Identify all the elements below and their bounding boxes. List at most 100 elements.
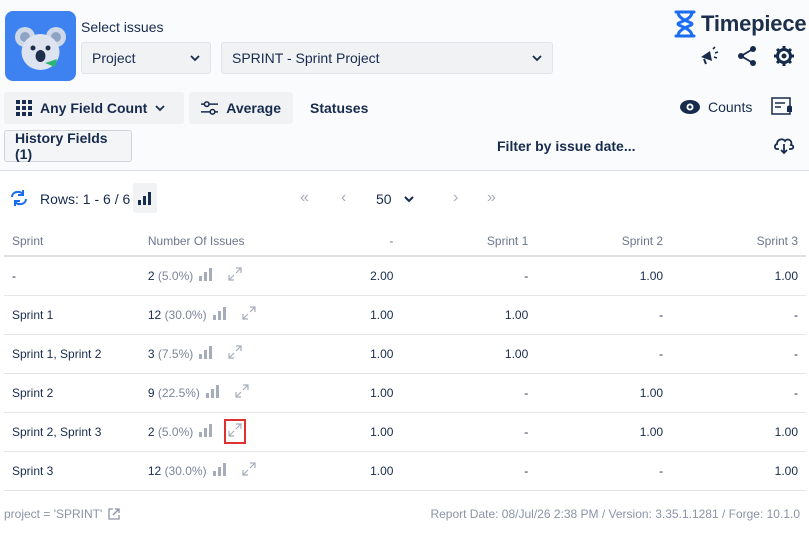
prev-page-button[interactable]: ‹ <box>341 189 346 207</box>
rows-count: Rows: 1 - 6 / 6 <box>40 191 131 207</box>
project-dropdown-label: Project <box>92 50 136 66</box>
bar-chart-icon[interactable] <box>199 267 213 284</box>
column-header-number-of-issues[interactable]: Number Of Issues <box>139 226 270 257</box>
chevron-down-icon <box>532 55 542 62</box>
average-label: Average <box>226 100 281 116</box>
page-size-value: 50 <box>376 191 392 207</box>
issue-percent: (5.0%) <box>157 424 194 439</box>
cell-none[interactable]: 1.00 <box>269 451 402 491</box>
first-page-button[interactable]: « <box>300 189 309 207</box>
select-issues-label: Select issues <box>81 19 164 35</box>
cell-sprint-2[interactable]: 1.00 <box>536 256 672 296</box>
cell-sprint-3[interactable]: 1.00 <box>671 451 806 491</box>
brand-name: Timepiece <box>701 11 807 36</box>
jql-text: project = 'SPRINT' <box>4 507 103 521</box>
cell-sprint-2[interactable]: - <box>536 334 672 374</box>
cell-sprint-1[interactable]: - <box>401 256 537 296</box>
issue-percent: (22.5%) <box>157 385 200 400</box>
cell-number-of-issues: 2 (5.0%) <box>139 256 270 296</box>
expand-icon[interactable] <box>234 383 250 402</box>
cell-sprint-1[interactable]: - <box>401 451 537 491</box>
expand-icon[interactable] <box>227 344 243 363</box>
cell-sprint-3[interactable]: - <box>671 295 806 335</box>
cell-sprint-1[interactable]: 1.00 <box>401 334 537 374</box>
bar-chart-icon <box>138 192 151 205</box>
issue-percent: (30.0%) <box>164 463 207 478</box>
issue-count: 2 <box>147 268 155 283</box>
cell-none[interactable]: 1.00 <box>269 295 402 335</box>
project-dropdown[interactable]: Project <box>81 42 211 74</box>
cloud-download-icon <box>774 138 795 155</box>
column-header-sprint[interactable]: Sprint <box>4 226 140 257</box>
column-header-sprint-1[interactable]: Sprint 1 <box>401 226 537 257</box>
cell-number-of-issues: 12 (30.0%) <box>139 295 270 335</box>
cell-sprint-1[interactable]: - <box>401 412 537 452</box>
filter-by-date-button[interactable]: Filter by issue date... <box>497 138 636 154</box>
statuses-button[interactable]: Statuses <box>310 100 368 116</box>
expand-icon[interactable] <box>241 305 257 324</box>
chart-toggle-button[interactable] <box>133 183 157 213</box>
cell-sprint-3[interactable]: - <box>671 334 806 374</box>
average-button[interactable]: Average <box>189 92 293 124</box>
expand-icon[interactable] <box>241 461 257 480</box>
column-header-sprint-3[interactable]: Sprint 3 <box>671 226 806 257</box>
page-size-select[interactable]: 50 <box>376 191 414 207</box>
jql-link[interactable]: project = 'SPRINT' <box>4 507 120 521</box>
sprint-project-dropdown[interactable]: SPRINT - Sprint Project <box>221 42 553 74</box>
cell-sprint-1[interactable]: 1.00 <box>401 295 537 335</box>
cell-sprint-2[interactable]: 1.00 <box>536 412 672 452</box>
table-row: -2 (5.0%) 2.00-1.00 1.00 <box>4 256 806 296</box>
issue-count-link[interactable]: 9 (22.5%) <box>148 386 200 400</box>
bar-chart-icon[interactable] <box>212 462 227 479</box>
external-link-icon <box>108 508 120 520</box>
counts-toggle[interactable]: Counts <box>680 99 752 115</box>
issue-count: 2 <box>147 424 155 439</box>
refresh-button[interactable] <box>9 189 29 210</box>
issue-count: 12 <box>147 463 162 478</box>
bar-chart-icon[interactable] <box>212 306 227 323</box>
megaphone-icon <box>701 46 719 65</box>
any-field-count-dropdown[interactable]: Any Field Count <box>4 92 184 124</box>
cell-sprint-3[interactable]: 1.00 <box>671 256 806 296</box>
cell-sprint-2[interactable]: - <box>536 451 672 491</box>
issue-percent: (5.0%) <box>157 268 194 283</box>
issue-count-link[interactable]: 12 (30.0%) <box>148 464 207 478</box>
cell-sprint-3[interactable]: - <box>671 373 806 413</box>
issue-count-link[interactable]: 12 (30.0%) <box>148 308 207 322</box>
koala-icon <box>15 27 66 70</box>
issue-count-link[interactable]: 3 (7.5%) <box>148 347 193 361</box>
cell-sprint-3[interactable]: 1.00 <box>671 412 806 452</box>
cell-none[interactable]: 2.00 <box>269 256 402 296</box>
bar-chart-icon[interactable] <box>199 345 213 362</box>
history-fields-button[interactable]: History Fields (1) <box>4 130 132 162</box>
column-header-sprint-2[interactable]: Sprint 2 <box>536 226 672 257</box>
cell-sprint: Sprint 3 <box>4 451 140 491</box>
sliders-icon <box>201 101 219 115</box>
cell-number-of-issues: 9 (22.5%) <box>139 373 270 413</box>
share-button[interactable] <box>736 45 758 70</box>
bar-chart-icon[interactable] <box>199 423 213 440</box>
cell-none[interactable]: 1.00 <box>269 334 402 374</box>
issue-count-link[interactable]: 2 (5.0%) <box>148 269 193 283</box>
cell-sprint-1[interactable]: - <box>401 373 537 413</box>
cell-none[interactable]: 1.00 <box>269 412 402 452</box>
chevron-down-icon <box>155 105 165 112</box>
issue-count: 9 <box>147 385 155 400</box>
cell-none[interactable]: 1.00 <box>269 373 402 413</box>
expand-icon[interactable] <box>224 419 247 444</box>
last-page-button[interactable]: » <box>487 189 496 207</box>
expand-icon[interactable] <box>227 266 243 285</box>
download-button[interactable] <box>773 135 795 158</box>
cell-number-of-issues: 2 (5.0%) <box>139 412 270 452</box>
column-header-none[interactable]: - <box>269 226 402 257</box>
cell-sprint-2[interactable]: - <box>536 295 672 335</box>
next-page-button[interactable]: › <box>453 189 458 207</box>
bar-chart-icon[interactable] <box>205 384 220 401</box>
cell-sprint-2[interactable]: 1.00 <box>536 373 672 413</box>
announcements-button[interactable] <box>698 45 720 70</box>
settings-button[interactable] <box>773 45 795 70</box>
issue-count-link[interactable]: 2 (5.0%) <box>148 425 193 439</box>
chart-settings-button[interactable] <box>771 97 795 120</box>
grid-icon <box>16 100 32 116</box>
issues-table: Sprint Number Of Issues - Sprint 1 Sprin… <box>4 226 806 491</box>
